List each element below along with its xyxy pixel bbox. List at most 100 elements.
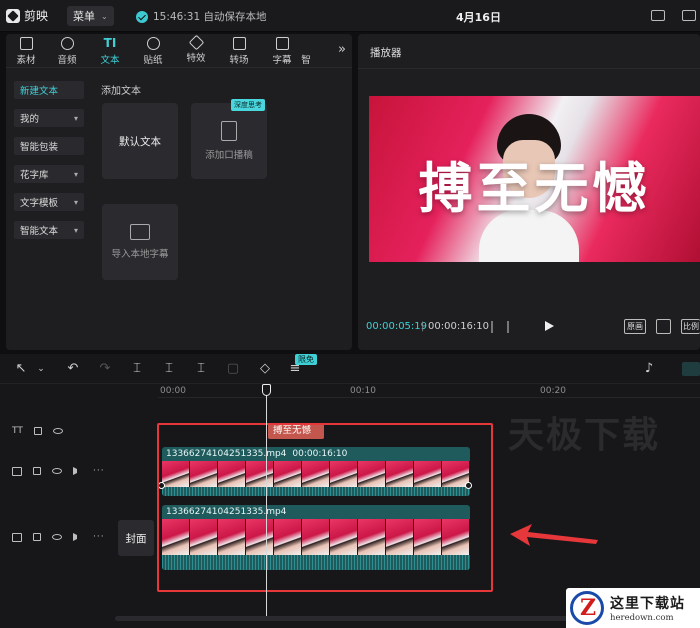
audio-icon [60,37,74,50]
more-icon[interactable]: ··· [93,532,105,542]
player-panel: 播放器 搏至无憾 00:00:05:19 | 00:00:16:10 原画 比例 [358,34,700,350]
ruler-label: 00:20 [540,386,566,396]
text-icon: TI [103,36,117,50]
tab-label: 转场 [229,55,249,66]
sidebar-item-new-text[interactable]: 新建文本 [14,81,84,99]
volume-icon[interactable] [73,467,82,475]
timeline-toolbar: ↖ ⌄ ↶ ↷ ⌶ ⌶ ⌶ ▢ ◇ ≡ 限免 ♪ [0,354,700,384]
tab-media[interactable]: 素材 [6,37,46,67]
asset-tabbar: 素材 音频 TI 文本 贴纸 特效 转场 字幕 智 » [6,34,352,68]
video-caption[interactable]: 搏至无憾 [369,144,700,223]
chevron-down-icon: ▾ [73,169,78,179]
red-arrow-icon [510,524,598,546]
more-icon[interactable]: ··· [93,466,105,476]
current-time: 00:00:05:19 [366,321,428,332]
timeline-scrollbar[interactable] [115,616,585,621]
sidebar-item-flower-text[interactable]: 花字库 ▾ [14,165,84,183]
menu-button[interactable]: 菜单 ⌄ [67,6,114,26]
sidebar-item-smart-pack[interactable]: 智能包装 [14,137,84,155]
text-track-header: TT [0,426,115,436]
tab-text[interactable]: TI 文本 [90,37,130,67]
ruler-label: 00:00 [160,386,186,396]
tab-smart[interactable]: 智 [294,37,318,67]
chevron-down-icon: ▾ [73,197,78,207]
free-badge: 限免 [295,354,317,365]
site-logo-icon [570,591,604,625]
import-subtitle-card[interactable]: 导入本地字幕 [102,204,178,280]
sidebar-item-label: 我的 [20,114,40,125]
time-separator: | [421,321,425,332]
app-name: 剪映 [24,9,49,23]
keyboard-shortcut-icon[interactable] [651,10,665,21]
site-logo-text: 这里下载站 heredown.com [610,593,685,623]
sidebar-item-smart-text[interactable]: 智能文本 ▾ [14,221,84,239]
sidebar-item-label: 智能文本 [20,226,59,237]
eye-icon[interactable] [52,428,63,434]
layout-icon[interactable] [682,10,696,21]
split-icon[interactable]: ⌶ [130,362,144,376]
split-left-icon[interactable]: ⌶ [162,362,176,376]
eye-icon[interactable] [52,468,62,474]
link-toggle-icon[interactable] [682,362,700,376]
volume-icon[interactable] [73,533,82,541]
play-icon[interactable] [545,321,554,331]
document-icon [221,121,237,141]
tab-label: 字幕 [272,55,292,66]
chevron-down-icon: ▾ [73,225,78,235]
site-name: 这里下载站 [610,596,685,612]
section-title: 添加文本 [101,86,141,97]
video-track-header: ··· [0,466,115,476]
sidebar-item-mine[interactable]: 我的 ▾ [14,109,84,127]
shield-icon[interactable]: ◇ [258,362,272,376]
tab-transition[interactable]: 转场 [219,37,259,67]
transition-icon [232,37,246,50]
site-logo: 这里下载站 heredown.com [566,588,700,628]
sidebar-item-text-template[interactable]: 文字模板 ▾ [14,193,84,211]
sidebar-item-label: 花字库 [20,170,49,181]
cover-button[interactable]: 封面 [118,520,154,556]
menu-label: 菜单 [73,10,95,23]
smart-icon [300,37,313,50]
lock-icon[interactable] [33,427,42,435]
split-right-icon[interactable]: ⌶ [194,362,208,376]
fullscreen-icon[interactable] [656,319,671,334]
deep-think-badge: 深度思考 [231,99,265,111]
folder-icon [130,224,150,240]
original-quality-button[interactable]: 原画 [624,319,646,334]
tab-label: 特效 [186,53,206,64]
tab-label: 文本 [100,55,120,66]
app-logo: 剪映 [6,7,48,24]
video-preview[interactable]: 搏至无憾 [369,96,700,262]
delete-icon[interactable]: ▢ [226,362,240,376]
select-cursor-icon[interactable]: ↖ [14,362,28,376]
redo-icon[interactable]: ↷ [98,362,112,376]
tab-label: 智 [301,55,311,66]
tab-sticker[interactable]: 贴纸 [133,37,173,67]
eye-icon[interactable] [52,534,62,540]
time-ruler[interactable]: 00:00 00:10 00:20 [158,384,700,398]
add-caption-card[interactable]: 深度思考 添加口播稿 [191,99,267,179]
lock-icon[interactable] [33,467,41,475]
undo-icon[interactable]: ↶ [66,362,80,376]
subtitle-icon [275,37,289,50]
timeline-panel: ↖ ⌄ ↶ ↷ ⌶ ⌶ ⌶ ▢ ◇ ≡ 限免 ♪ 00:00 00:10 00:… [0,354,700,628]
microphone-icon[interactable]: ♪ [642,362,656,376]
tab-audio[interactable]: 音频 [47,37,87,67]
ratio-button[interactable]: 比例 [681,319,700,334]
capcut-logo-icon [6,8,20,23]
main-track-header: ··· [0,532,115,542]
title-bar: 剪映 菜单 ⌄ 15:46:31 自动保存本地 4月16日 [0,0,700,32]
project-title: 4月16日 [456,11,501,24]
lock-icon[interactable] [33,533,41,541]
autosave-text: 15:46:31 自动保存本地 [153,11,267,23]
tab-effects[interactable]: 特效 [176,34,216,67]
tab-label: 素材 [16,55,36,66]
playhead[interactable] [266,384,267,616]
default-text-card[interactable]: 默认文本 [102,103,178,179]
sidebar-item-label: 文字模板 [20,198,59,209]
sidebar-item-label: 新建文本 [20,86,59,97]
timecode-grid-icon[interactable] [491,321,509,333]
more-tabs-icon[interactable]: » [338,42,346,57]
playhead-handle[interactable] [262,384,271,396]
chevron-down-icon[interactable]: ⌄ [34,362,48,376]
